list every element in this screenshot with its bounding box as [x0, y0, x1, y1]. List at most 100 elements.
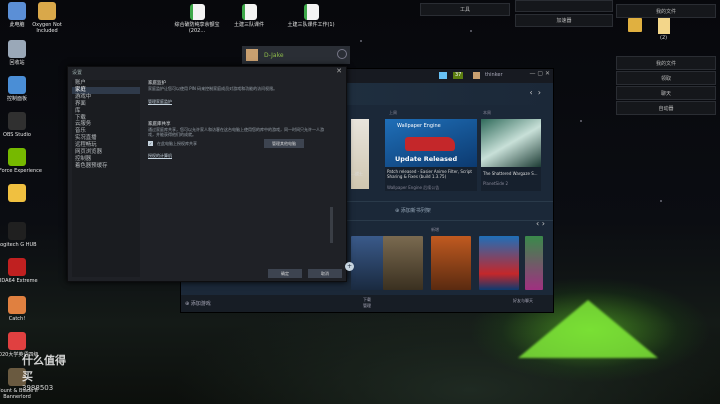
- desktop-icon[interactable]: 回收站: [0, 40, 42, 66]
- document-icon: [303, 4, 319, 20]
- desktop-file-icon[interactable]: 综合破防纯享余额宝(202...: [172, 4, 222, 34]
- desktop-icon-label: Catch!: [8, 316, 26, 322]
- desktop-icon-label: 回收站: [9, 60, 25, 66]
- watermark-id: 3988503: [22, 384, 54, 392]
- user-avatar: [473, 72, 480, 79]
- friends-chat-button[interactable]: 好友与聊天: [513, 298, 539, 304]
- steam-bottom-bar: ⊕ 添加游戏 下载 管理 好友与聊天: [181, 295, 553, 312]
- settings-nav-item[interactable]: 界面: [72, 101, 140, 108]
- desktop-icon-label: AIDA64 Extreme: [0, 278, 38, 284]
- window-controls[interactable]: — ▢ ✕: [529, 70, 550, 77]
- section-label-left: 上周: [389, 110, 397, 115]
- card-title-2: The Shattered Wargaze S...: [483, 171, 538, 176]
- tools-widget[interactable]: 工具: [420, 3, 510, 16]
- family-view-desc: 家庭监护让您可以使用 PIN 码来控制家庭成员对游戏和功能的访问权限。: [148, 86, 278, 91]
- side-card-thumb[interactable]: [351, 119, 369, 189]
- desktop-icon-label: 土建三队课件: [233, 22, 264, 28]
- settings-nav-item[interactable]: 家庭: [72, 86, 140, 94]
- notification-icon[interactable]: [439, 72, 447, 79]
- folder-icon[interactable]: [628, 18, 642, 32]
- app-icon: [8, 112, 26, 130]
- desktop-icon[interactable]: [0, 184, 42, 204]
- document-icon[interactable]: [658, 18, 670, 34]
- right-label-4[interactable]: 聊天: [616, 86, 716, 100]
- right-label-1: 我的文件: [616, 4, 716, 18]
- settings-nav-item[interactable]: 网页浏览器: [72, 149, 140, 156]
- section-label-right: 本周: [483, 110, 491, 115]
- desktop-icon-label: 综合破防纯享余额宝(202...: [174, 22, 220, 34]
- news-card-wallpaper-engine[interactable]: Wallpaper Engine Update Released Patch r…: [385, 119, 477, 191]
- manage-family-view-link[interactable]: 管理家庭监护: [148, 99, 338, 104]
- watermark: 什么值得买 3988503: [22, 352, 70, 392]
- desktop-file-icon[interactable]: 土建三队课件工作(1): [286, 4, 336, 28]
- desktop-icon-label: 控制面板: [6, 96, 27, 102]
- watermark-site: 什么值得买: [22, 354, 66, 383]
- new-label: 新增: [431, 227, 439, 232]
- card-app: Wallpaper Engine 后续公告: [387, 185, 440, 190]
- downloads-button[interactable]: 下载 管理: [363, 297, 371, 309]
- game-thumb-dont-starve[interactable]: [431, 236, 471, 290]
- game-thumb-bannerlord[interactable]: [383, 236, 423, 290]
- settings-pane: 家庭监护 家庭监护让您可以使用 PIN 码来控制家庭成员对游戏和功能的访问权限。…: [148, 81, 338, 277]
- settings-nav-item[interactable]: 库: [72, 108, 140, 115]
- document-icon: [241, 4, 257, 20]
- checkbox-label: 在此电脑上授权库共享: [157, 141, 197, 146]
- game-thumb-wallpaper-engine[interactable]: [479, 236, 519, 290]
- settings-nav-item[interactable]: 着色器预缓存: [72, 163, 140, 170]
- card-app-2: PlanetSide 2: [483, 181, 509, 186]
- add-shelf-label: ⊕ 添加新书列架: [395, 208, 431, 214]
- carousel-nav[interactable]: ‹ ›: [530, 88, 541, 97]
- settings-nav-item[interactable]: 账户: [72, 80, 140, 87]
- engine-logo-text: Wallpaper Engine: [397, 123, 441, 129]
- right-label-2[interactable]: 我的文件: [616, 56, 716, 70]
- app-icon: [38, 2, 56, 20]
- app-icon: [8, 76, 26, 94]
- desktop-icon-label: OBS Studio: [3, 132, 31, 138]
- ok-button[interactable]: 确定: [268, 269, 302, 278]
- settings-nav-item[interactable]: 控制器: [72, 156, 140, 163]
- avatar: [246, 49, 258, 61]
- friend-name: D-Jake: [264, 52, 284, 59]
- accelerator-widget[interactable]: 加速器: [515, 14, 613, 27]
- desktop-icon[interactable]: GeForce Experience: [0, 148, 42, 174]
- add-icon[interactable]: +: [345, 262, 354, 271]
- settings-nav: 账户 家庭 游戏中 界面库下载 云服务 音乐 实况直播 远程畅玩 网页浏览器 控制器 着色器预缓存: [72, 80, 140, 277]
- right-label-3[interactable]: 领取: [616, 71, 716, 85]
- folder-count: (2): [660, 35, 668, 41]
- card-banner-2: [481, 119, 541, 167]
- app-icon: [8, 148, 26, 166]
- app-icon: [8, 296, 26, 314]
- scrollbar[interactable]: [330, 207, 333, 243]
- close-icon[interactable]: ✕: [336, 67, 342, 75]
- gear-icon[interactable]: [337, 49, 347, 59]
- card-title: Patch released - Easier Anime Filter, Sc…: [387, 169, 472, 179]
- friends-popup[interactable]: D-Jake: [242, 46, 350, 64]
- settings-title: 设置: [72, 70, 83, 76]
- right-label-5[interactable]: 自动器: [616, 101, 716, 115]
- desktop-icon[interactable]: Logitech G HUB: [0, 222, 42, 248]
- desktop-icon[interactable]: 控制面板: [0, 76, 42, 102]
- desktop-icon-label: Oxygen Not Included: [32, 22, 62, 34]
- desktop-icon-label: 土建三队课件工作(1): [287, 22, 335, 28]
- news-card-planetside[interactable]: The Shattered Wargaze S... PlanetSide 2: [481, 119, 541, 191]
- sharing-row: ✓ 在此电脑上授权库共享 管理其他电脑: [148, 139, 338, 149]
- app-icon: [8, 332, 26, 350]
- authorized-computers-link[interactable]: 授权的计算机: [148, 153, 338, 158]
- add-game-button[interactable]: ⊕ 添加游戏: [185, 300, 211, 307]
- game-thumb-5[interactable]: [525, 236, 543, 290]
- shelf-nav[interactable]: ‹ ›: [536, 219, 545, 228]
- cancel-button[interactable]: 取消: [308, 269, 342, 278]
- desktop-icon[interactable]: Catch!: [0, 296, 42, 322]
- badge[interactable]: 37: [453, 72, 464, 79]
- desktop-file-icon[interactable]: 土建三队课件: [224, 4, 274, 28]
- desktop-icon[interactable]: Oxygen Not Included: [22, 2, 72, 34]
- desktop-icon[interactable]: AIDA64 Extreme: [0, 258, 42, 284]
- settings-nav-item[interactable]: 游戏中: [72, 94, 140, 101]
- authorize-checkbox[interactable]: ✓: [148, 141, 153, 146]
- desktop-icon[interactable]: OBS Studio: [0, 112, 42, 138]
- desktop-icon-label: GeForce Experience: [0, 168, 42, 174]
- username[interactable]: thinker: [485, 72, 503, 78]
- document-icon: [189, 4, 205, 20]
- settings-dialog: 设置 ✕ 账户 家庭 游戏中 界面库下载 云服务 音乐 实况直播 远程畅玩 网页浏览器 控制器 着色…: [67, 66, 347, 282]
- manage-other-computers-button[interactable]: 管理其他电脑: [264, 139, 304, 148]
